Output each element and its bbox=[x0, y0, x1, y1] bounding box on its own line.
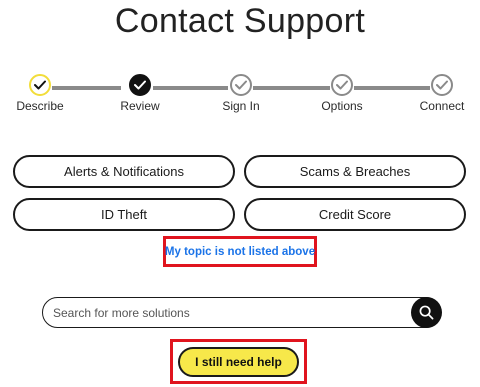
search-input[interactable] bbox=[51, 302, 405, 324]
step-options: Options bbox=[302, 74, 382, 113]
step-check-icon bbox=[129, 74, 151, 96]
topic-scams-breaches-button[interactable]: Scams & Breaches bbox=[244, 155, 466, 188]
still-need-help-button[interactable]: I still need help bbox=[178, 346, 299, 377]
page-title: Contact Support bbox=[114, 2, 366, 40]
step-connect: Connect bbox=[402, 74, 480, 113]
step-review: Review bbox=[100, 74, 180, 113]
search-icon bbox=[419, 305, 434, 319]
step-label: Options bbox=[321, 99, 363, 113]
step-label: Describe bbox=[16, 99, 64, 113]
step-label: Sign In bbox=[222, 99, 260, 113]
search-button[interactable] bbox=[411, 296, 442, 328]
step-check-icon bbox=[431, 74, 453, 96]
topic-id-theft-button[interactable]: ID Theft bbox=[13, 198, 235, 231]
topic-alerts-notifications-button[interactable]: Alerts & Notifications bbox=[13, 155, 235, 188]
step-describe: Describe bbox=[0, 74, 80, 113]
step-check-icon bbox=[230, 74, 252, 96]
topic-not-listed-link[interactable]: My topic is not listed above bbox=[165, 246, 315, 258]
step-label: Connect bbox=[419, 99, 465, 113]
highlight-box: I still need help bbox=[170, 339, 307, 384]
search-bar bbox=[42, 296, 442, 328]
highlight-box: My topic is not listed above bbox=[163, 236, 317, 267]
step-sign-in: Sign In bbox=[201, 74, 281, 113]
topic-credit-score-button[interactable]: Credit Score bbox=[244, 198, 466, 231]
step-check-icon bbox=[331, 74, 353, 96]
step-label: Review bbox=[120, 99, 160, 113]
step-check-icon bbox=[29, 74, 51, 96]
progress-stepper: Describe Review Sign In Options Connect bbox=[0, 74, 480, 124]
